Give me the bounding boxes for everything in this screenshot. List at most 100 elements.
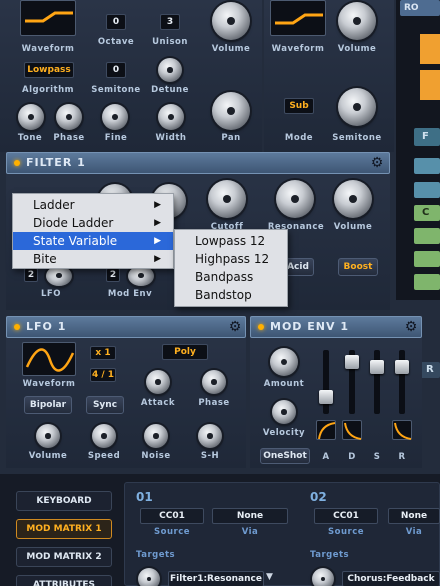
lfo-mult-value[interactable]: x 1: [90, 346, 116, 360]
matrix-slot1-target-value[interactable]: Filter1:Resonance: [168, 571, 264, 586]
submenu-item-bandstop[interactable]: Bandstop: [175, 286, 287, 304]
env-attack-slider-track[interactable]: [323, 350, 329, 414]
filter-resonance-knob[interactable]: [276, 180, 314, 218]
env-release-slider-handle[interactable]: [395, 360, 409, 374]
menu-item-ladder[interactable]: Ladder ▶: [13, 196, 173, 214]
env-amount-knob[interactable]: [270, 348, 298, 376]
lfo-attack-knob[interactable]: [146, 370, 170, 394]
lfo-phase-knob[interactable]: [202, 370, 226, 394]
osc1-unison-value[interactable]: 3: [160, 14, 180, 30]
lfo-bipolar-button[interactable]: Bipolar: [24, 396, 72, 414]
right-green-3[interactable]: [414, 251, 440, 267]
matrix-slot2-amount-knob[interactable]: [312, 568, 334, 586]
env-decay-curve[interactable]: [342, 420, 362, 440]
lfo-phase-label: Phase: [198, 398, 230, 408]
osc1-octave-label: Octave: [97, 37, 135, 47]
matrix-slot2-via-value[interactable]: None: [388, 508, 440, 524]
osc1-algorithm-value[interactable]: Lowpass: [24, 62, 74, 78]
osc2-waveform-display[interactable]: [270, 0, 326, 36]
lfo-poly-value[interactable]: Poly: [162, 344, 208, 360]
osc1-width-knob[interactable]: [158, 104, 184, 130]
filter-modenv-value[interactable]: 2: [106, 268, 120, 282]
env-attack-slider-handle[interactable]: [319, 390, 333, 404]
menu-item-bite[interactable]: Bite ▶: [13, 250, 173, 268]
matrix-slot1-source-value[interactable]: CC01: [140, 508, 204, 524]
matrix-slot2-target-value[interactable]: Chorus:Feedback: [342, 571, 440, 586]
side-keyboard-button[interactable]: KEYBOARD: [16, 491, 112, 511]
osc1-algorithm-label: Algorithm: [22, 85, 74, 95]
lfo-volume-knob[interactable]: [36, 424, 60, 448]
env-velocity-label: Velocity: [262, 428, 306, 438]
osc1-octave-value[interactable]: 0: [106, 14, 126, 30]
osc1-volume-knob[interactable]: [212, 2, 250, 40]
lfo-speed-knob[interactable]: [92, 424, 116, 448]
filter-lfo-value[interactable]: 2: [24, 268, 38, 282]
lfo-rate-value[interactable]: 4 / 1: [90, 368, 116, 382]
env-a-label: A: [322, 452, 330, 462]
side-attributes-button[interactable]: ATTRIBUTES: [16, 575, 112, 586]
osc1-tone-knob[interactable]: [18, 104, 44, 130]
modenv-settings-gear-icon[interactable]: ⚙: [404, 320, 418, 334]
matrix-slot1-amount-knob[interactable]: [138, 568, 160, 586]
filter-modenv-knob[interactable]: [128, 266, 154, 286]
modenv-led-icon[interactable]: [258, 324, 264, 330]
env-velocity-knob[interactable]: [272, 400, 296, 424]
lfo-volume-label: Volume: [28, 451, 68, 461]
osc2-mode-value[interactable]: Sub: [284, 98, 314, 114]
menu-item-diode-ladder[interactable]: Diode Ladder ▶: [13, 214, 173, 232]
side-mod-matrix-1-button[interactable]: MOD MATRIX 1: [16, 519, 112, 539]
osc1-detune-knob[interactable]: [158, 58, 182, 82]
filter-settings-gear-icon[interactable]: ⚙: [370, 156, 384, 170]
menu-item-state-variable[interactable]: State Variable ▶: [13, 232, 173, 250]
right-green-4[interactable]: [414, 274, 440, 290]
lfo-sync-button[interactable]: Sync: [86, 396, 124, 414]
filter-cutoff-knob[interactable]: [208, 180, 246, 218]
env-attack-curve[interactable]: [316, 420, 336, 440]
modenv-title: MOD ENV 1: [270, 320, 349, 333]
matrix-slot2-source-value[interactable]: CC01: [314, 508, 378, 524]
submenu-arrow-icon: ▶: [154, 254, 161, 264]
side-mod-matrix-2-button[interactable]: MOD MATRIX 2: [16, 547, 112, 567]
osc2-semitone-label: Semitone: [332, 133, 382, 143]
right-teal-2[interactable]: [414, 182, 440, 198]
env-decay-slider-handle[interactable]: [345, 355, 359, 369]
matrix-slot1-via-value[interactable]: None: [212, 508, 288, 524]
env-release-curve[interactable]: [392, 420, 412, 440]
submenu-item-lowpass-12[interactable]: Lowpass 12: [175, 232, 287, 250]
osc1-pan-knob[interactable]: [212, 92, 250, 130]
filter-title: FILTER 1: [26, 156, 86, 169]
submenu-item-highpass-12[interactable]: Highpass 12: [175, 250, 287, 268]
filter-volume-knob[interactable]: [334, 180, 372, 218]
lfo-noise-knob[interactable]: [144, 424, 168, 448]
osc1-detune-label: Detune: [151, 85, 189, 95]
filter-modenv-label: Mod Env: [107, 289, 153, 299]
osc1-phase-knob[interactable]: [56, 104, 82, 130]
osc2-volume-knob[interactable]: [338, 2, 376, 40]
osc1-semitone-value[interactable]: 0: [106, 62, 126, 78]
right-tab-f[interactable]: F: [414, 128, 440, 146]
orange-strip-2: [420, 70, 440, 100]
top-right-button[interactable]: RO: [400, 0, 440, 16]
lfo-waveform-display[interactable]: [22, 342, 76, 376]
lfo-led-icon[interactable]: [14, 324, 20, 330]
osc1-waveform-display[interactable]: [20, 0, 76, 36]
right-teal-1[interactable]: [414, 158, 440, 174]
right-green-2[interactable]: [414, 228, 440, 244]
env-sustain-slider-handle[interactable]: [370, 360, 384, 374]
osc2-semitone-knob[interactable]: [338, 88, 376, 126]
menu-item-label: Diode Ladder: [33, 216, 114, 230]
right-green-c[interactable]: C: [414, 205, 440, 221]
matrix-slot2-number: 02: [310, 490, 327, 504]
submenu-item-bandpass[interactable]: Bandpass: [175, 268, 287, 286]
filter-led-icon[interactable]: [14, 160, 20, 166]
lfo-settings-gear-icon[interactable]: ⚙: [228, 320, 242, 334]
matrix-slot2-source-label: Source: [327, 527, 364, 537]
filter-boost-button[interactable]: Boost: [338, 258, 378, 276]
lfo-sh-knob[interactable]: [198, 424, 222, 448]
filter-lfo-knob[interactable]: [46, 266, 72, 286]
osc1-fine-knob[interactable]: [102, 104, 128, 130]
right-tab-r[interactable]: R: [420, 362, 440, 378]
env-oneshot-button[interactable]: OneShot: [260, 448, 310, 464]
curve-icon: [318, 422, 336, 440]
lfo-waveform-label: Waveform: [22, 379, 76, 389]
